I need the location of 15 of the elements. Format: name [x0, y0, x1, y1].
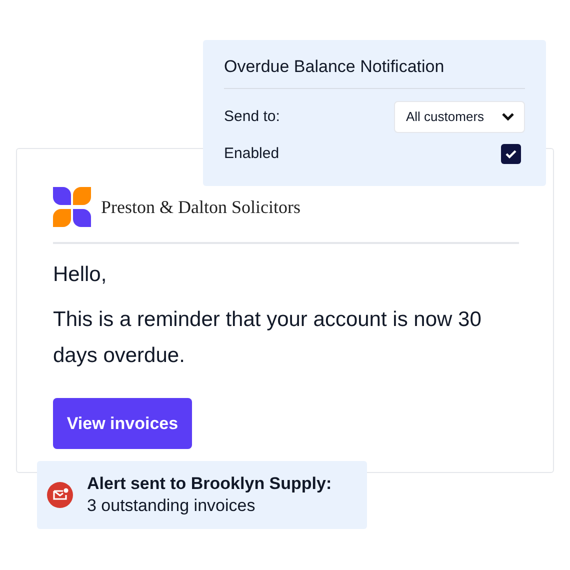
greeting: Hello,: [53, 262, 108, 288]
chevron-down-icon: [501, 112, 515, 122]
enabled-checkbox[interactable]: [501, 144, 521, 164]
enabled-label: Enabled: [224, 144, 280, 164]
alert-title: Alert sent to Brooklyn Supply:: [87, 473, 332, 495]
logo-icon: [53, 187, 91, 227]
message-text: This is a reminder that your account is now 30 days overdue.: [53, 307, 482, 369]
check-icon: [505, 149, 517, 160]
send-to-dropdown[interactable]: All customers: [394, 101, 525, 133]
company-name: Preston & Dalton Solicitors: [101, 196, 300, 218]
alert-detail: 3 outstanding invoices: [87, 495, 256, 517]
send-to-label: Send to:: [224, 106, 280, 127]
view-invoices-button[interactable]: View invoices: [53, 398, 192, 449]
panel-title: Overdue Balance Notification: [224, 56, 444, 78]
mail-alert-icon: [47, 482, 73, 508]
